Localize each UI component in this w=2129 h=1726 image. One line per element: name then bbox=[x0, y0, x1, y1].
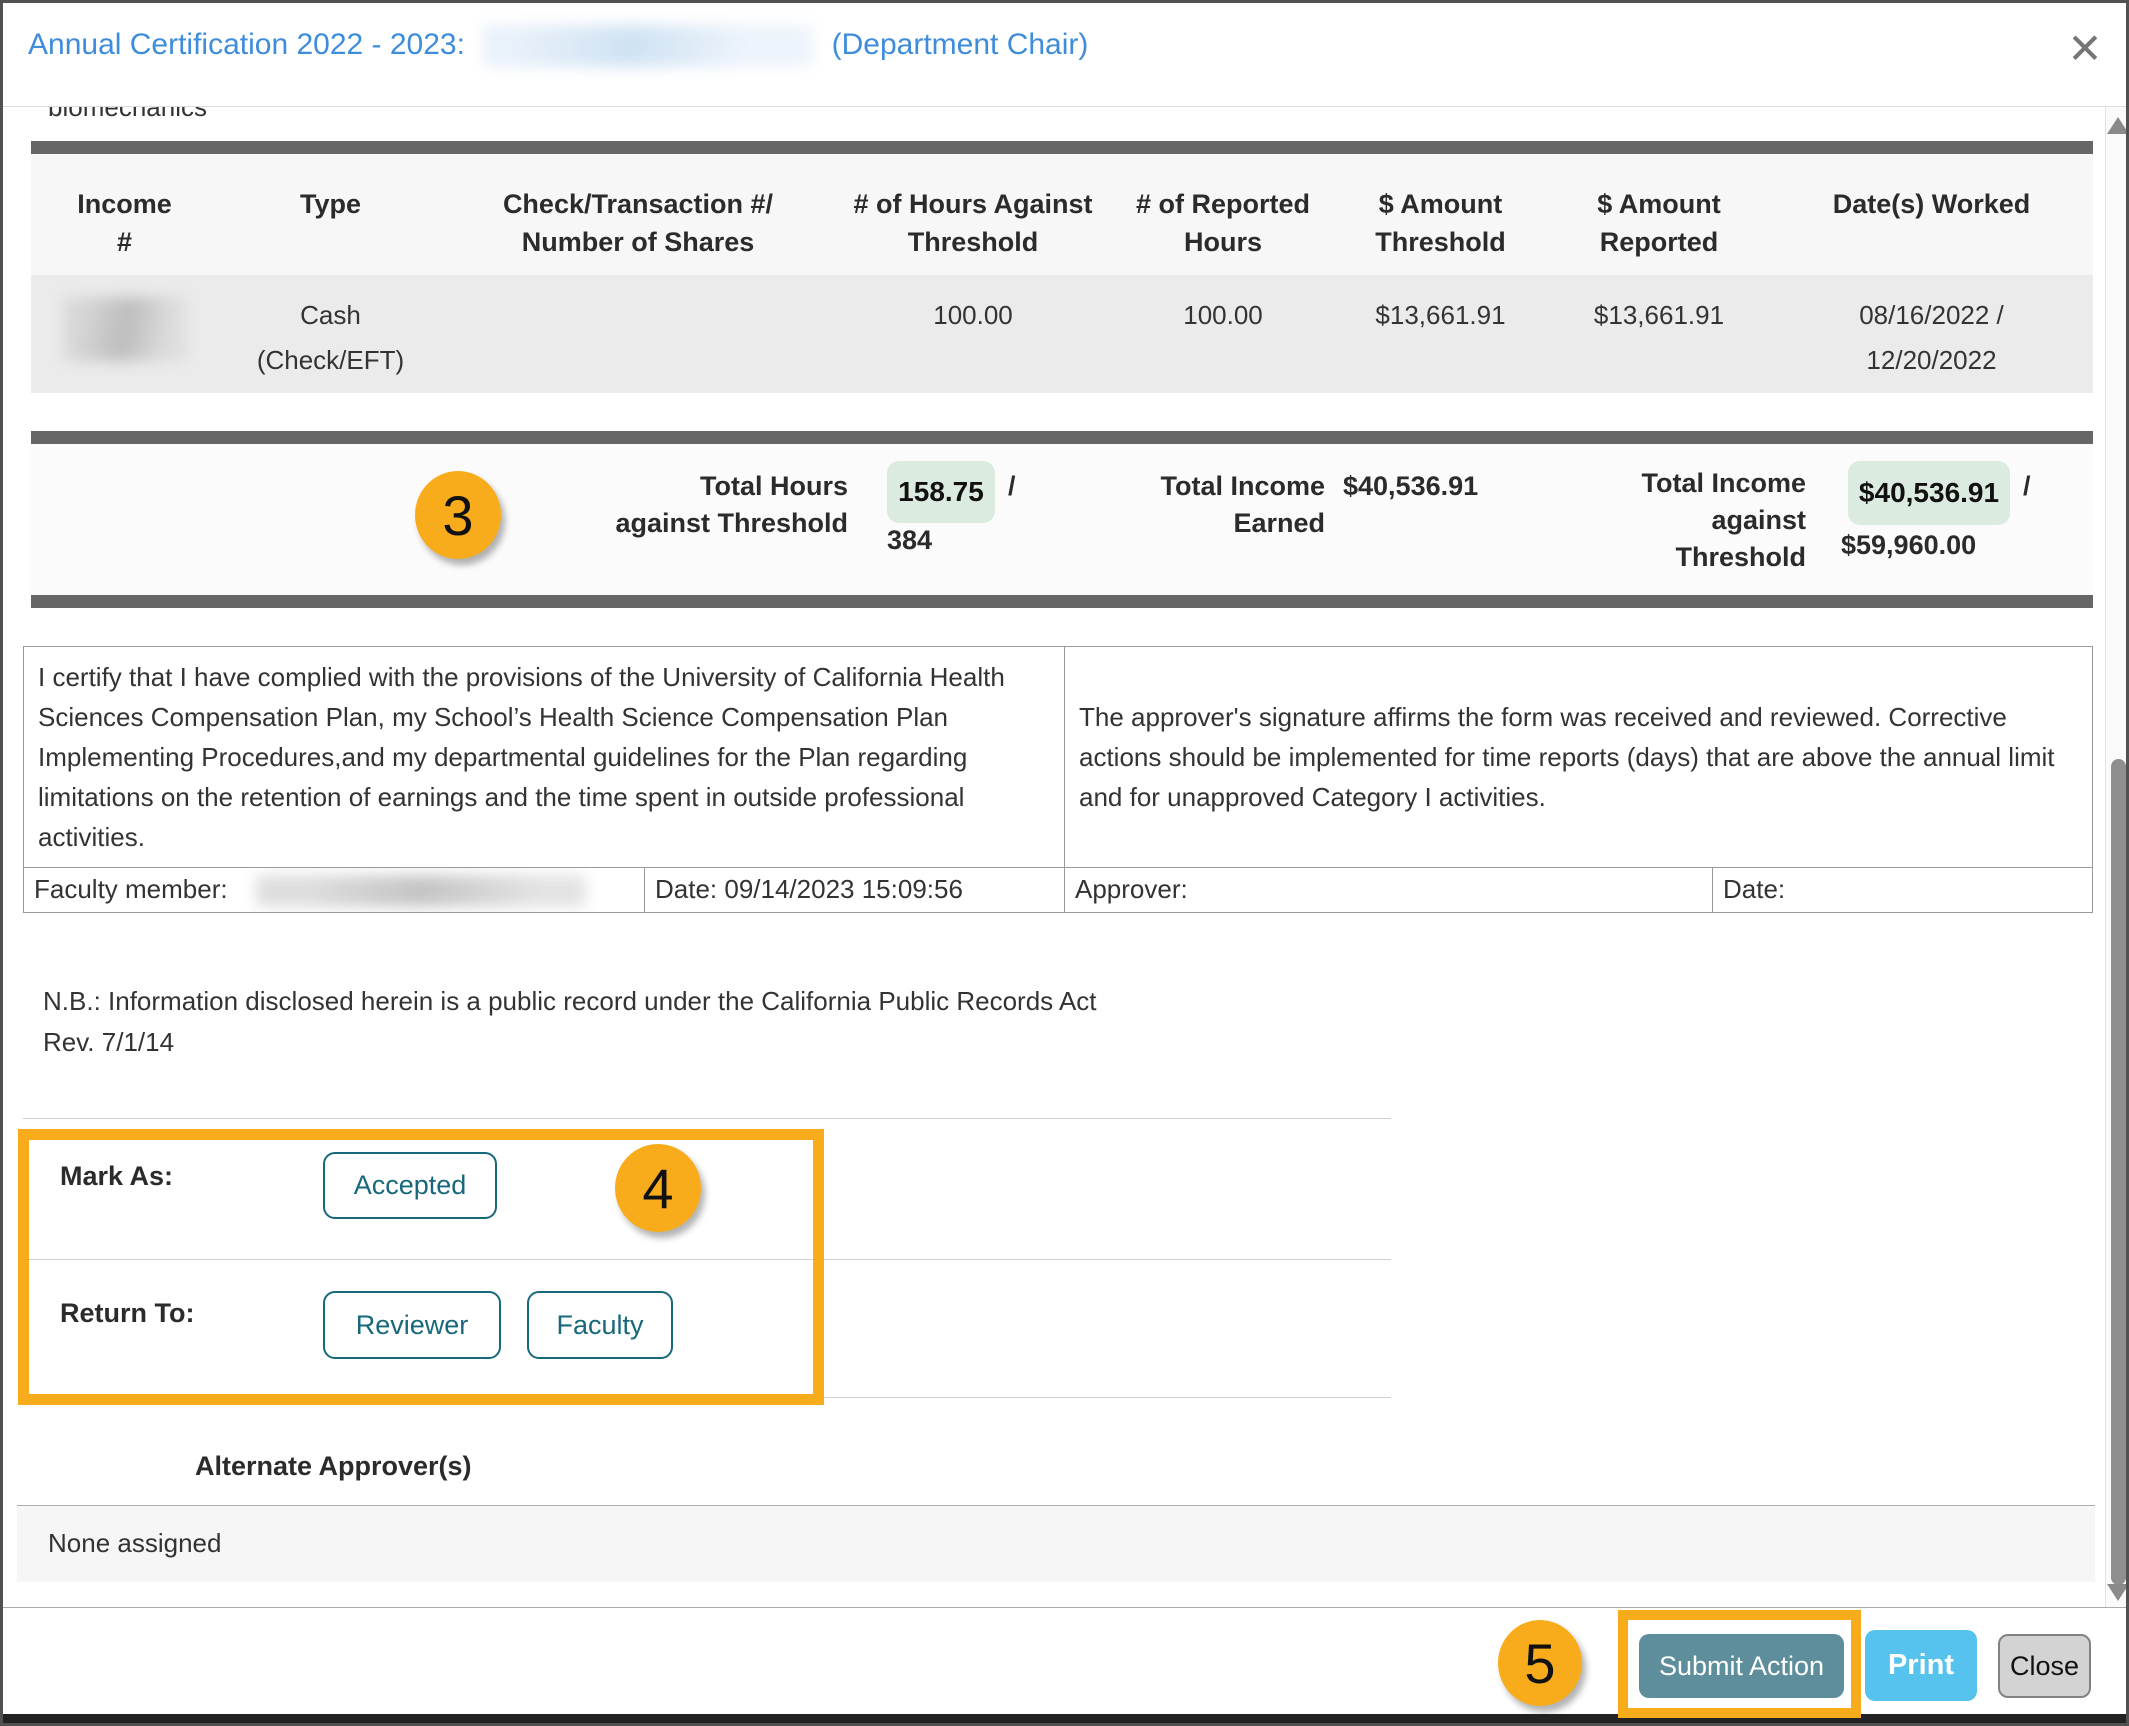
footer-divider bbox=[3, 1607, 2126, 1608]
submit-action-button[interactable]: Submit Action bbox=[1639, 1634, 1844, 1698]
reported-hours-cell: 100.00 bbox=[1113, 293, 1333, 393]
approver-cell: Approver: bbox=[1064, 868, 1712, 912]
income-threshold-value: $59,960.00 bbox=[1841, 530, 1976, 561]
public-record-note: N.B.: Information disclosed herein is a … bbox=[43, 981, 1097, 1063]
col-reported-hours: # of Reported Hours bbox=[1113, 185, 1333, 275]
col-income-number: Income # bbox=[31, 185, 218, 275]
scrollbar-down-arrow-icon[interactable] bbox=[2107, 1584, 2129, 1601]
modal-title-suffix: (Department Chair) bbox=[832, 28, 1089, 61]
certification-table: I certify that I have complied with the … bbox=[23, 646, 2093, 913]
total-hours-value: 158.75 bbox=[887, 461, 995, 523]
faculty-date-cell: Date: 09/14/2023 15:09:56 bbox=[644, 868, 1064, 912]
approver-date-cell: Date: bbox=[1712, 868, 2092, 912]
print-button[interactable]: Print bbox=[1865, 1630, 1977, 1701]
check-transaction-cell bbox=[443, 293, 833, 393]
col-amount-threshold: $ Amount Threshold bbox=[1333, 185, 1548, 275]
modal-title: Annual Certification 2022 - 2023: (Depar… bbox=[28, 25, 1088, 67]
divider bbox=[23, 1118, 1391, 1119]
table-row: Cash (Check/EFT) 100.00 100.00 $13,661.9… bbox=[31, 275, 2093, 393]
total-income-earned-value: $40,536.91 bbox=[1343, 471, 1478, 502]
faculty-name-redacted bbox=[256, 875, 586, 907]
header-divider bbox=[3, 106, 2126, 107]
income-table-header: Income # Type Check/Transaction #/ Numbe… bbox=[31, 154, 2093, 275]
amount-threshold-cell: $13,661.91 bbox=[1333, 293, 1548, 393]
modal-title-prefix: Annual Certification 2022 - 2023: bbox=[28, 28, 465, 61]
type-cell: Cash (Check/EFT) bbox=[218, 293, 443, 393]
dates-worked-cell: 08/16/2022 / 12/20/2022 bbox=[1770, 293, 2093, 393]
annotation-badge-3: 3 bbox=[415, 471, 501, 559]
annotation-badge-4: 4 bbox=[615, 1144, 701, 1232]
scrollbar-up-arrow-icon[interactable] bbox=[2107, 117, 2129, 134]
total-income-against-value: $40,536.91 bbox=[1848, 461, 2010, 525]
amount-reported-cell: $13,661.91 bbox=[1548, 293, 1770, 393]
col-hours-against-threshold: # of Hours Against Threshold bbox=[833, 185, 1113, 275]
hours-against-threshold-cell: 100.00 bbox=[833, 293, 1113, 393]
total-hours-label: Total Hours against Threshold bbox=[563, 468, 848, 542]
annual-certification-modal: Annual Certification 2022 - 2023: (Depar… bbox=[0, 0, 2129, 1726]
nb-line: N.B.: Information disclosed herein is a … bbox=[43, 981, 1097, 1022]
col-dates-worked: Date(s) Worked bbox=[1770, 185, 2093, 275]
close-button[interactable]: Close bbox=[1998, 1634, 2091, 1698]
hours-threshold-value: 384 bbox=[887, 525, 932, 556]
income-separator: / bbox=[2023, 471, 2031, 502]
reviewer-button[interactable]: Reviewer bbox=[323, 1291, 501, 1359]
income-number-redacted bbox=[64, 297, 186, 361]
table-top-bar bbox=[31, 141, 2093, 154]
col-type: Type bbox=[218, 185, 443, 275]
close-icon[interactable]: ✕ bbox=[2061, 25, 2109, 73]
scrollbar-thumb[interactable] bbox=[2111, 759, 2126, 1585]
annotation-badge-5: 5 bbox=[1498, 1620, 1582, 1706]
alternate-approvers-value: None assigned bbox=[17, 1505, 2095, 1582]
accepted-button[interactable]: Accepted bbox=[323, 1152, 497, 1219]
hours-separator: / bbox=[1008, 471, 1016, 502]
alternate-approvers-heading: Alternate Approver(s) bbox=[195, 1451, 472, 1482]
col-check-transaction: Check/Transaction #/ Number of Shares bbox=[443, 185, 833, 275]
vertical-scrollbar bbox=[2105, 107, 2129, 1607]
faculty-button[interactable]: Faculty bbox=[527, 1291, 673, 1359]
income-number-cell bbox=[31, 293, 218, 393]
clipped-scroll-text: biomechanics bbox=[48, 107, 207, 122]
total-income-earned-label: Total Income Earned bbox=[1103, 468, 1325, 542]
faculty-certification-statement: I certify that I have complied with the … bbox=[24, 647, 1064, 867]
approver-certification-statement: The approver's signature affirms the for… bbox=[1064, 647, 2094, 867]
total-income-against-threshold-label: Total Income against Threshold bbox=[1583, 465, 1806, 576]
totals-top-bar bbox=[31, 431, 2093, 444]
faculty-member-cell: Faculty member: bbox=[24, 868, 644, 912]
totals-bottom-bar bbox=[31, 595, 2093, 608]
col-amount-reported: $ Amount Reported bbox=[1548, 185, 1770, 275]
clipped-word: biomechanics bbox=[48, 107, 207, 122]
revision-line: Rev. 7/1/14 bbox=[43, 1022, 1097, 1063]
redacted-name bbox=[483, 25, 813, 67]
